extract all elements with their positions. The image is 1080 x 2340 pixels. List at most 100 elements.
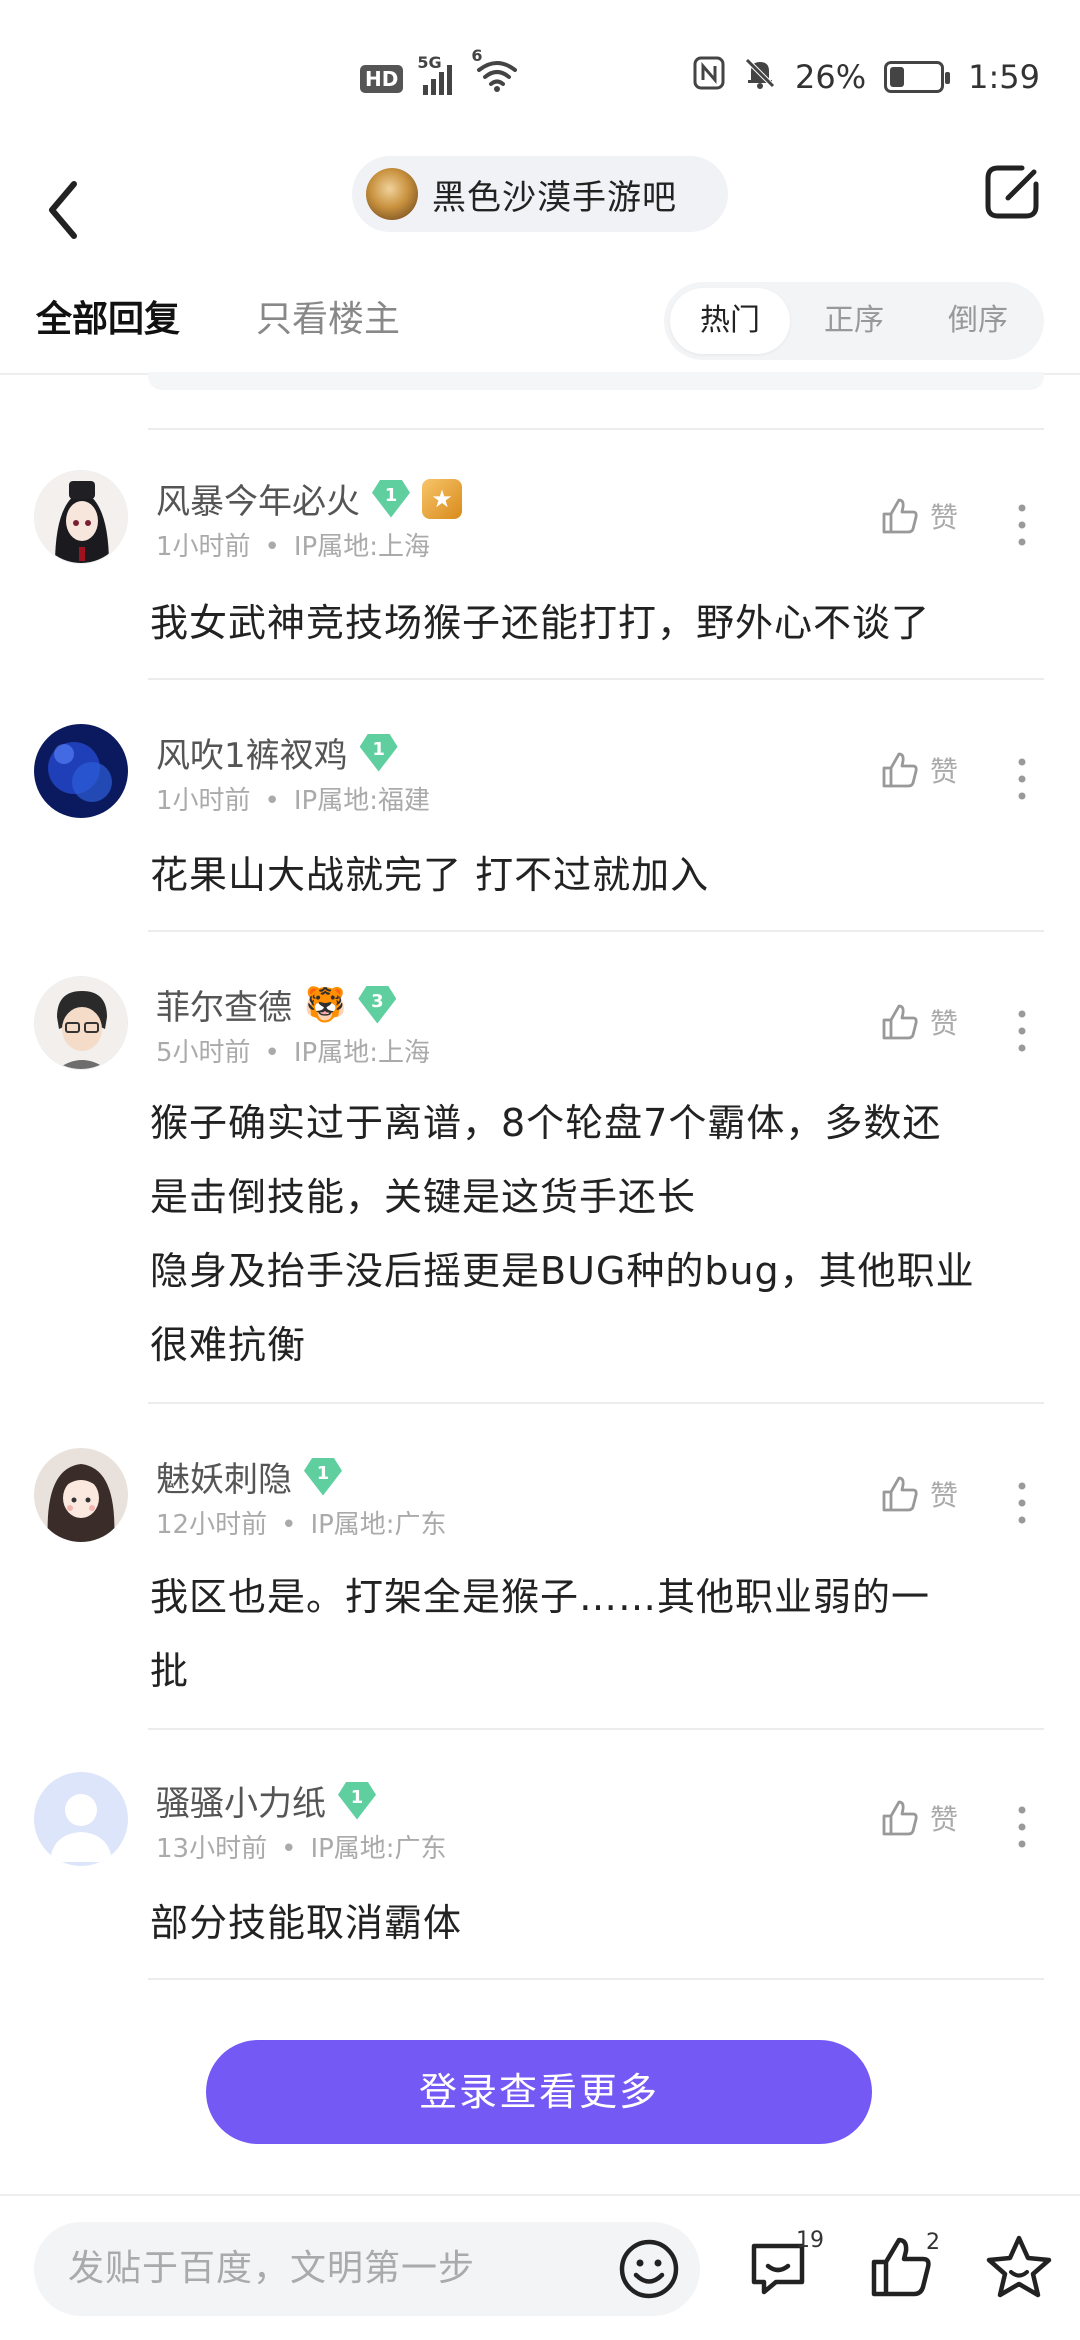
divider <box>148 678 1044 680</box>
wifi-badge: 6 <box>471 46 483 65</box>
ip-location: IP属地:福建 <box>293 786 430 816</box>
separator-dot: • <box>281 1510 297 1540</box>
sort-asc[interactable]: 正序 <box>794 282 914 360</box>
post-time: 5小时前 <box>156 1038 251 1068</box>
avatar[interactable] <box>34 1448 128 1542</box>
clock: 1:59 <box>968 58 1040 96</box>
battery-percent: 26% <box>795 58 867 96</box>
separator-dot: • <box>281 1834 297 1864</box>
login-see-more-button[interactable]: 登录查看更多 <box>206 2040 872 2144</box>
star-icon <box>986 2235 1052 2298</box>
forum-name: 黑色沙漠手游吧 <box>432 177 677 218</box>
like-label: 赞 <box>930 755 959 788</box>
forum-avatar <box>366 168 418 220</box>
comment-text-line: 是击倒技能，关键是这货手还长 <box>150 1175 697 1219</box>
comment-text: 猴子确实过于离谱，8个轮盘7个霸体，多数还 是击倒技能，关键是这货手还长 隐身及… <box>150 1086 1030 1382</box>
like-count: 2 <box>926 2230 940 2255</box>
sort-toggle: 热门 正序 倒序 <box>664 282 1044 360</box>
edit-icon <box>985 165 1039 219</box>
previous-card-edge <box>148 372 1044 390</box>
favorite-button[interactable] <box>984 2232 1054 2302</box>
tab-all-replies[interactable]: 全部回复 <box>36 290 180 342</box>
nav-bar: 黑色沙漠手游吧 <box>0 150 1080 270</box>
forum-chip[interactable]: 黑色沙漠手游吧 <box>352 156 728 232</box>
ip-location: IP属地:上海 <box>293 532 430 562</box>
comment-meta: 13小时前 • IP属地:广东 <box>156 1828 447 1865</box>
like-button[interactable]: 赞 <box>880 1474 958 1514</box>
more-options-button[interactable] <box>1010 754 1034 804</box>
thumbs-up-icon <box>882 752 918 788</box>
separator-dot: • <box>264 1038 280 1068</box>
comment-text: 花果山大战就完了 打不过就加入 <box>150 853 710 897</box>
like-button[interactable]: 赞 <box>880 1798 958 1838</box>
more-options-button[interactable] <box>1010 1006 1034 1056</box>
emoji-button[interactable] <box>618 2238 680 2300</box>
sort-desc[interactable]: 倒序 <box>918 282 1038 360</box>
level-badge: 1 <box>372 479 410 518</box>
comment-meta: 1小时前 • IP属地:上海 <box>156 526 430 563</box>
comment-text-line: 批 <box>150 1649 190 1693</box>
username[interactable]: 骚骚小力纸 <box>156 1776 326 1825</box>
username[interactable]: 风暴今年必火 <box>156 474 360 523</box>
comment-count: 19 <box>796 2228 824 2253</box>
ip-location: IP属地:广东 <box>310 1510 447 1540</box>
avatar[interactable] <box>34 976 128 1070</box>
like-button[interactable]: 赞 <box>880 750 958 790</box>
tiger-icon: 🐯 <box>304 984 347 1025</box>
username[interactable]: 魅妖刺隐 <box>156 1452 292 1501</box>
avatar[interactable] <box>34 1772 128 1866</box>
divider <box>148 428 1044 430</box>
comment-text: 部分技能取消霸体 <box>150 1901 463 1945</box>
sort-hot[interactable]: 热门 <box>670 288 790 354</box>
post-time: 1小时前 <box>156 532 251 562</box>
status-right: 26% 1:59 <box>693 56 1040 98</box>
comment-meta: 1小时前 • IP属地:福建 <box>156 780 430 817</box>
avatar[interactable] <box>34 724 128 818</box>
comment-header: 骚骚小力纸 1 <box>156 1776 376 1825</box>
wifi-icon: 6 <box>471 46 519 100</box>
back-button[interactable] <box>40 170 100 250</box>
battery-icon <box>884 61 951 93</box>
comment-header: 风吹1裤衩鸡 1 <box>156 728 398 777</box>
smiley-icon <box>619 2239 679 2299</box>
signal-icon: 5G <box>417 53 459 95</box>
thumbs-up-icon <box>882 1004 918 1040</box>
tab-op-only[interactable]: 只看楼主 <box>256 290 400 342</box>
divider <box>148 1728 1044 1730</box>
level-badge: 1 <box>359 733 398 772</box>
comment-header: 风暴今年必火 1 ★ <box>156 474 462 523</box>
page: HD 5G 6 26% 1:59 黑色沙漠手游吧 全部回复 只看楼主 热门 正序… <box>0 0 1080 2340</box>
ip-location: IP属地:上海 <box>293 1038 430 1068</box>
mute-bell-icon <box>743 56 777 98</box>
like-label: 赞 <box>930 1007 959 1040</box>
post-input[interactable]: 发贴于百度，文明第一步 <box>34 2222 700 2316</box>
like-button[interactable]: 赞 <box>880 496 958 536</box>
more-options-button[interactable] <box>1010 1478 1034 1528</box>
comment-text-line: 猴子确实过于离谱，8个轮盘7个霸体，多数还 <box>150 1101 942 1145</box>
comment-text: 我区也是。打架全是猴子……其他职业弱的一 批 <box>150 1560 1030 1708</box>
comment-text: 我女武神竞技场猴子还能打打，野外心不谈了 <box>150 601 931 645</box>
more-vertical-icon <box>1018 1482 1026 1524</box>
bottom-divider <box>0 2194 1080 2196</box>
like-button[interactable]: 赞 <box>880 1002 958 1042</box>
edit-button[interactable] <box>982 162 1042 222</box>
avatar[interactable] <box>34 470 128 564</box>
thumbs-up-icon <box>882 1476 918 1512</box>
thumbs-up-icon <box>882 1800 918 1836</box>
ip-location: IP属地:广东 <box>310 1834 447 1864</box>
comment-text-line: 很难抗衡 <box>150 1323 307 1367</box>
separator-dot: • <box>264 786 280 816</box>
username[interactable]: 菲尔查德 <box>156 980 292 1029</box>
comment-header: 魅妖刺隐 1 <box>156 1452 342 1501</box>
more-vertical-icon <box>1018 1010 1026 1052</box>
post-time: 1小时前 <box>156 786 251 816</box>
nfc-icon <box>693 56 725 98</box>
divider <box>148 930 1044 932</box>
more-options-button[interactable] <box>1010 500 1034 550</box>
like-label: 赞 <box>930 1803 959 1836</box>
thumbs-up-icon <box>882 498 918 534</box>
divider <box>148 1978 1044 1980</box>
battery-fill <box>890 67 905 87</box>
username[interactable]: 风吹1裤衩鸡 <box>156 728 348 777</box>
more-options-button[interactable] <box>1010 1802 1034 1852</box>
